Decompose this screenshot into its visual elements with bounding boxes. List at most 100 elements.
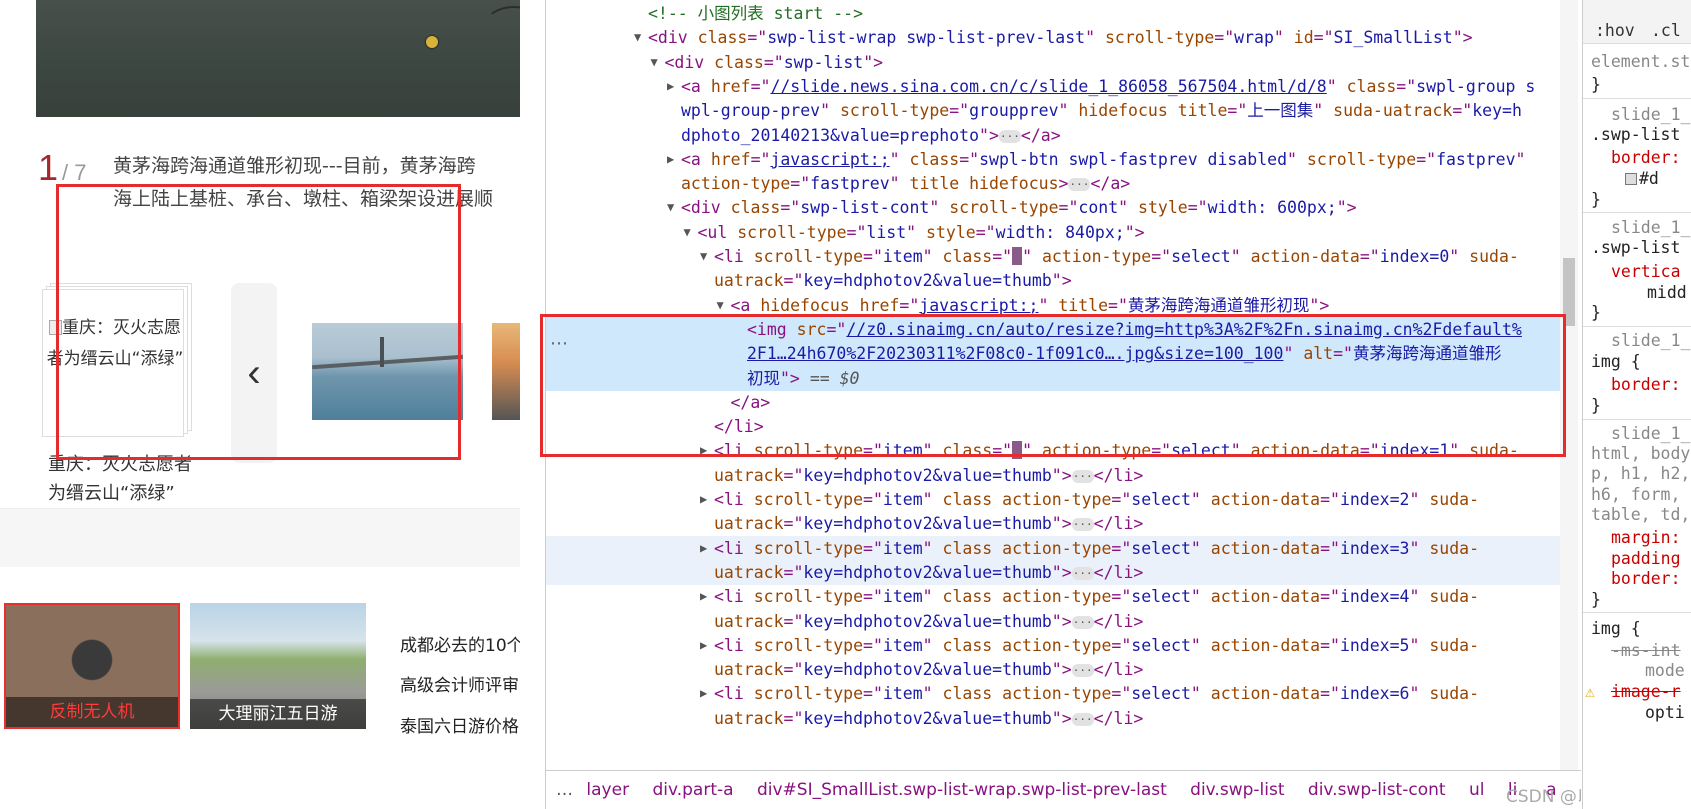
rule-selector[interactable]: img { (1591, 351, 1641, 373)
style-value[interactable]: midd (1647, 282, 1687, 304)
hot-link[interactable]: 成都必去的10个 (400, 634, 520, 658)
collapse-triangle-icon[interactable]: ▼ (651, 50, 658, 75)
recommend-card[interactable]: 大理丽江五日游 (190, 603, 366, 729)
thumbnail[interactable] (492, 323, 520, 420)
breadcrumb-item[interactable]: div#SI_SmallList.swp-list-wrap.swp-list-… (757, 780, 1167, 800)
dom-node-line[interactable]: uatrack="key=hdphotov2&value=thumb">···<… (546, 609, 1566, 634)
color-swatch-icon[interactable] (1625, 173, 1637, 185)
style-prop[interactable]: border: (1611, 568, 1681, 590)
dom-node-line[interactable]: ▶ <li scroll-type="item" class=" " action-… (546, 438, 1566, 463)
dom-node-selected[interactable]: 2F1…24h670%2F20230311%2F08c0-1f091c0….jp… (546, 341, 1566, 367)
hot-link[interactable]: 高级会计师评审 (400, 674, 519, 698)
dom-node-line[interactable]: uatrack="key=hdphotov2&value=thumb">···<… (546, 511, 1566, 536)
expand-triangle-icon[interactable]: ▶ (700, 438, 707, 463)
dom-node-line[interactable]: </li> (546, 414, 1566, 439)
prev-group-title[interactable]: 重庆：灭火志愿者为缙云山“添绿” (48, 450, 208, 508)
rule-source[interactable]: slide_1_ (1611, 423, 1690, 445)
cls-toggle[interactable]: .cl (1651, 20, 1681, 42)
breadcrumb-item[interactable]: div.part-a (652, 780, 733, 800)
expand-triangle-icon[interactable]: ▶ (700, 633, 707, 658)
dom-node-line[interactable]: action-type="fastprev" title hidefocus>·… (546, 171, 1566, 196)
style-prop[interactable]: padding (1611, 548, 1681, 570)
dom-node-markup: uatrack="key=hdphotov2&value=thumb">···<… (714, 465, 1144, 485)
style-prop[interactable]: border: (1611, 147, 1681, 169)
hot-link[interactable]: 泰国六日游价格 (400, 715, 519, 739)
style-value[interactable]: opti (1645, 702, 1685, 724)
expand-triangle-icon[interactable]: ▶ (667, 74, 674, 99)
rule-selector[interactable]: .swp-list (1591, 237, 1680, 259)
rule-selector[interactable]: html, body (1591, 443, 1690, 465)
style-prop[interactable]: vertica (1611, 261, 1681, 283)
dom-node-selected[interactable]: 初现"> == $0 (546, 365, 1566, 391)
elements-scrollbar-thumb[interactable] (1563, 258, 1575, 326)
dom-node-line[interactable]: ▼ <div class="swp-list"> (546, 50, 1566, 75)
hov-toggle[interactable]: :hov (1595, 20, 1635, 42)
prev-group-image[interactable]: 重庆：灭火志愿者为缙云山“添绿” (45, 313, 185, 413)
more-actions-icon[interactable]: ⋯ (550, 333, 568, 354)
style-value[interactable]: mode (1645, 660, 1685, 682)
bridge-tower-shape (380, 337, 384, 367)
fastprev-button[interactable]: ‹ (231, 283, 277, 463)
prev-group-link[interactable]: 重庆：灭火志愿者为缙云山“添绿” (42, 283, 192, 437)
breadcrumb-item[interactable]: div.swp-list (1190, 780, 1284, 800)
rule-source[interactable]: slide_1_ (1611, 104, 1690, 126)
dom-node-line[interactable]: dphoto_20140213&value=prephoto">···</a> (546, 123, 1566, 148)
dom-node-line[interactable]: uatrack="key=hdphotov2&value=thumb">···<… (546, 706, 1566, 731)
rule-selector[interactable]: p, h1, h2, (1591, 463, 1690, 485)
collapse-triangle-icon[interactable]: ▼ (634, 25, 641, 50)
expand-triangle-icon[interactable]: ▶ (667, 147, 674, 172)
dom-node-line[interactable]: uatrack="key=hdphotov2&value=thumb">···<… (546, 463, 1566, 488)
dom-node-line[interactable]: ▶ <li scroll-type="item" class action-typ… (546, 633, 1566, 658)
divider (1583, 419, 1691, 420)
breadcrumb-overflow-icon[interactable]: … (556, 780, 573, 800)
rule-source[interactable]: slide_1_ (1611, 217, 1690, 239)
dom-node-line[interactable]: ▼ <div class="swp-list-cont" scroll-type=… (546, 195, 1566, 220)
style-prop-invalid[interactable]: image-r (1611, 681, 1681, 703)
style-prop-overridden[interactable]: -ms-int (1611, 640, 1681, 662)
rule-selector[interactable]: h6, form, (1591, 484, 1680, 506)
elements-scrollbar[interactable] (1560, 0, 1578, 770)
dom-node-line[interactable]: ▼ <ul scroll-type="list" style="width: 84… (546, 220, 1566, 245)
element-style-selector[interactable]: element.st (1591, 51, 1690, 73)
dom-node-markup: <div class="swp-list-cont" scroll-type="… (681, 198, 1357, 218)
dom-node-line[interactable]: uatrack="key=hdphotov2&value=thumb">···<… (546, 657, 1566, 682)
main-slide-image[interactable] (36, 0, 520, 117)
dom-node-line[interactable]: uatrack="key=hdphotov2&value=thumb"> (546, 268, 1566, 293)
dom-node-line[interactable]: ▶ <li scroll-type="item" class action-typ… (546, 681, 1566, 706)
breadcrumb-item[interactable]: layer (586, 780, 629, 800)
rule-source[interactable]: slide_1_ (1611, 330, 1690, 352)
collapse-triangle-icon[interactable]: ▼ (667, 195, 674, 220)
expand-triangle-icon[interactable]: ▶ (700, 487, 707, 512)
collapse-triangle-icon[interactable]: ▼ (717, 293, 724, 318)
dom-node-line[interactable]: ▶ <a href="javascript:;" class="swpl-btn … (546, 147, 1566, 172)
web-page-viewport: 1/ 7 黄茅海跨海通道雏形初现---目前，黄茅海跨 海上陆上基桩、承台、墩柱、… (0, 0, 520, 809)
dom-node-line[interactable]: ▼ <a hidefocus href="javascript:;" title=… (546, 293, 1566, 318)
expand-triangle-icon[interactable]: ▶ (700, 584, 707, 609)
dom-node-line[interactable]: </a> (546, 390, 1566, 415)
style-value[interactable]: #d (1625, 168, 1659, 190)
style-prop[interactable]: border: (1611, 374, 1681, 396)
rule-selector[interactable]: table, td, (1591, 504, 1690, 526)
dom-node-markup: <a href="//slide.news.sina.com.cn/c/slid… (681, 76, 1536, 96)
recommend-card[interactable]: 反制无人机 (4, 603, 180, 729)
dom-node-selected[interactable]: <img src="//z0.sinaimg.cn/auto/resize?im… (546, 316, 1566, 342)
dom-node-line[interactable]: ▶ <li scroll-type="item" class action-typ… (546, 487, 1566, 512)
collapse-triangle-icon[interactable]: ▼ (700, 244, 707, 269)
style-prop[interactable]: margin: (1611, 527, 1681, 549)
dom-node-line[interactable]: ▶ <li scroll-type="item" class action-typ… (546, 535, 1566, 561)
dom-node-line[interactable]: ▶ <li scroll-type="item" class action-typ… (546, 584, 1566, 609)
breadcrumb-item[interactable]: ul (1469, 780, 1485, 800)
dom-node-line[interactable]: <!-- 小图列表 start --> (546, 1, 1566, 26)
dom-node-line[interactable]: ▶ <a href="//slide.news.sina.com.cn/c/sli… (546, 74, 1566, 99)
rule-selector[interactable]: .swp-list (1591, 124, 1680, 146)
collapse-triangle-icon[interactable]: ▼ (684, 220, 691, 245)
dom-node-line[interactable]: wpl-group-prev" scroll-type="groupprev" … (546, 98, 1566, 123)
dom-node-line[interactable]: ▼ <div class="swp-list-wrap swp-list-prev… (546, 25, 1566, 50)
thumbnail-selected[interactable] (312, 323, 463, 420)
expand-triangle-icon[interactable]: ▶ (700, 681, 707, 706)
rule-selector[interactable]: img { (1591, 618, 1641, 640)
breadcrumb-item[interactable]: div.swp-list-cont (1308, 780, 1446, 800)
expand-triangle-icon[interactable]: ▶ (700, 536, 707, 561)
dom-node-line[interactable]: uatrack="key=hdphotov2&value=thumb">···<… (546, 559, 1566, 585)
dom-node-line[interactable]: ▼ <li scroll-type="item" class=" " action-… (546, 244, 1566, 269)
